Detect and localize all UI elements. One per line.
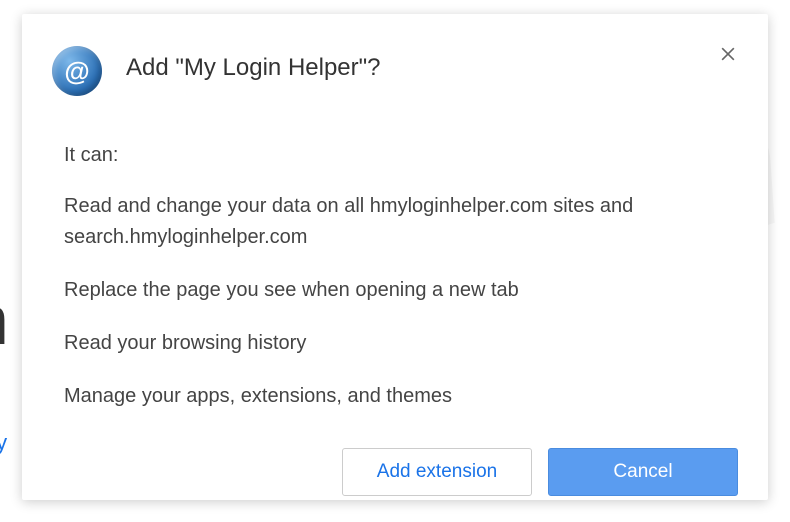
cancel-button[interactable]: Cancel (548, 448, 738, 496)
permission-item: Read your browsing history (64, 328, 738, 359)
add-extension-button[interactable]: Add extension (342, 448, 532, 496)
dialog-header: @ Add "My Login Helper"? (52, 44, 738, 96)
background-heading-fragment: n (0, 280, 9, 360)
permission-item: Read and change your data on all hmylogi… (64, 191, 738, 253)
permissions-intro: It can: (64, 144, 738, 167)
at-sign-icon: @ (64, 56, 89, 87)
close-button[interactable] (714, 40, 742, 68)
extension-install-dialog: @ Add "My Login Helper"? It can: Read an… (22, 14, 768, 500)
close-icon (718, 44, 738, 64)
permission-item: Replace the page you see when opening a … (64, 275, 738, 306)
background-link-fragment: ty (0, 430, 7, 456)
dialog-content: It can: Read and change your data on all… (52, 144, 738, 496)
extension-icon: @ (52, 46, 102, 96)
dialog-actions: Add extension Cancel (64, 448, 738, 496)
permission-item: Manage your apps, extensions, and themes (64, 381, 738, 412)
dialog-title: Add "My Login Helper"? (126, 44, 690, 82)
